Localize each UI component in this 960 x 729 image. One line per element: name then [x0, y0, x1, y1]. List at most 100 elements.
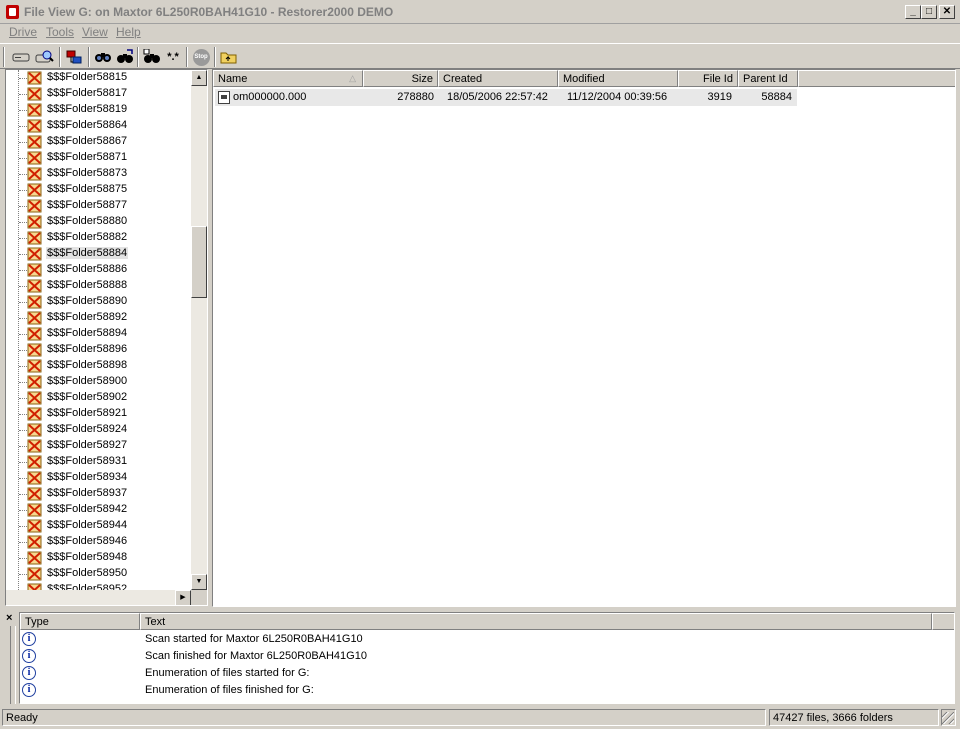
tree-item[interactable]: $$$Folder58817: [6, 86, 191, 102]
toolbar-grip: [3, 47, 5, 67]
tree-item[interactable]: $$$Folder58890: [6, 294, 191, 310]
column-header-size[interactable]: Size: [363, 70, 438, 87]
menu-help[interactable]: Help: [116, 25, 141, 39]
log-close-button[interactable]: ×: [6, 612, 12, 624]
menu-view[interactable]: View: [82, 25, 108, 39]
tree-item[interactable]: $$$Folder58815: [6, 70, 191, 86]
tree-item[interactable]: $$$Folder58927: [6, 438, 191, 454]
tree-item[interactable]: $$$Folder58946: [6, 534, 191, 550]
tree-item[interactable]: $$$Folder58924: [6, 422, 191, 438]
resize-grip[interactable]: [942, 712, 954, 724]
menu-drive[interactable]: Drive: [9, 25, 37, 39]
tree-branch-line: [19, 222, 27, 223]
tree-branch-line: [19, 318, 27, 319]
minimize-button[interactable]: _: [905, 5, 921, 19]
log-row[interactable]: i Enumeration of files started for G:: [20, 665, 950, 682]
tree-item[interactable]: $$$Folder58888: [6, 278, 191, 294]
scroll-right-button[interactable]: ▶: [175, 590, 191, 605]
tree-item[interactable]: $$$Folder58864: [6, 118, 191, 134]
column-header-file-id[interactable]: File Id: [678, 70, 738, 87]
menu-tools[interactable]: Tools: [46, 25, 74, 39]
log-column-text[interactable]: Text: [140, 613, 932, 630]
tree-branch-line: [19, 510, 27, 511]
tree-branch-line: [19, 190, 27, 191]
column-header-parent-id[interactable]: Parent Id: [738, 70, 798, 87]
tree-item[interactable]: $$$Folder58867: [6, 134, 191, 150]
tree-item[interactable]: $$$Folder58871: [6, 150, 191, 166]
tree-item[interactable]: $$$Folder58902: [6, 390, 191, 406]
info-icon: i: [22, 632, 36, 646]
up-folder-icon[interactable]: [219, 47, 239, 67]
tree-item[interactable]: $$$Folder58875: [6, 182, 191, 198]
log-column-type[interactable]: Type: [20, 613, 140, 630]
file-row[interactable]: om000000.000 278880 18/05/2006 22:57:42 …: [215, 89, 797, 106]
file-list[interactable]: Name △ Size Created Modified File Id Par…: [212, 69, 956, 607]
folder-tree[interactable]: $$$Folder58815 $$$Folder58817 $$$Folder588…: [5, 69, 208, 606]
tree-vertical-scrollbar[interactable]: ▲ ▼: [191, 70, 207, 590]
column-header-name[interactable]: Name △: [213, 70, 363, 87]
tree-item[interactable]: $$$Folder58942: [6, 502, 191, 518]
tree-item[interactable]: $$$Folder58894: [6, 326, 191, 342]
close-button[interactable]: ✕: [939, 5, 955, 19]
tree-item[interactable]: $$$Folder58892: [6, 310, 191, 326]
tree-branch-line: [19, 446, 27, 447]
log-row[interactable]: i Scan finished for Maxtor 6L250R0BAH41G1…: [20, 648, 950, 665]
scroll-up-button[interactable]: ▲: [191, 70, 207, 86]
deleted-folder-icon: [27, 231, 42, 245]
tree-item[interactable]: $$$Folder58948: [6, 550, 191, 566]
drive-icon[interactable]: [11, 47, 31, 67]
deleted-folder-icon: [27, 311, 42, 325]
status-bar: Ready 47427 files, 3666 folders: [0, 707, 960, 729]
window-title: File View G: on Maxtor 6L250R0BAH41G10 -…: [24, 5, 394, 19]
tree-branch-line: [19, 94, 27, 95]
tree-item[interactable]: $$$Folder58880: [6, 214, 191, 230]
tree-branch-line: [19, 254, 27, 255]
tree-item-label: $$$Folder58892: [47, 311, 128, 323]
tree-item[interactable]: $$$Folder58900: [6, 374, 191, 390]
tree-branch-line: [19, 574, 27, 575]
tree-item[interactable]: $$$Folder58896: [6, 342, 191, 358]
tree-item[interactable]: $$$Folder58944: [6, 518, 191, 534]
search-drive-icon[interactable]: [35, 47, 55, 67]
find-next-icon[interactable]: [115, 47, 135, 67]
stop-button[interactable]: Stop: [191, 47, 211, 67]
tree-branch-line: [19, 462, 27, 463]
tree-branch-line: [19, 78, 27, 79]
wildcard-icon[interactable]: *.*: [163, 47, 183, 67]
title-bar: File View G: on Maxtor 6L250R0BAH41G10 -…: [0, 0, 960, 24]
log-panel[interactable]: Type Text i Scan started for Maxtor 6L250…: [19, 612, 955, 704]
tree-horizontal-scrollbar[interactable]: ▶: [6, 590, 191, 605]
tree-item[interactable]: $$$Folder58921: [6, 406, 191, 422]
toolbar-separator: [214, 47, 216, 67]
tree-item[interactable]: $$$Folder58898: [6, 358, 191, 374]
log-row[interactable]: i Enumeration of files finished for G:: [20, 682, 950, 699]
tree-item[interactable]: $$$Folder58937: [6, 486, 191, 502]
deleted-folder-icon: [27, 359, 42, 373]
log-row[interactable]: i Scan started for Maxtor 6L250R0BAH41G10: [20, 631, 950, 648]
tree-item[interactable]: $$$Folder58934: [6, 470, 191, 486]
find-icon[interactable]: [93, 47, 113, 67]
connect-icon[interactable]: [64, 47, 84, 67]
tree-item-label: $$$Folder58819: [47, 103, 128, 115]
tree-item[interactable]: $$$Folder58882: [6, 230, 191, 246]
tree-item[interactable]: $$$Folder58886: [6, 262, 191, 278]
scroll-down-button[interactable]: ▼: [191, 574, 207, 590]
column-header-created[interactable]: Created: [438, 70, 558, 87]
column-header-modified[interactable]: Modified: [558, 70, 678, 87]
tree-item[interactable]: $$$Folder58873: [6, 166, 191, 182]
find-file-icon[interactable]: [142, 47, 162, 67]
maximize-button[interactable]: □: [921, 5, 937, 19]
scroll-thumb[interactable]: [191, 226, 207, 298]
tree-item[interactable]: $$$Folder58931: [6, 454, 191, 470]
tree-item-label: $$$Folder58873: [47, 167, 128, 179]
tree-item-label: $$$Folder58946: [47, 535, 128, 547]
tree-item[interactable]: $$$Folder58884: [6, 246, 191, 262]
file-size: 278880: [397, 91, 434, 103]
tree-item[interactable]: $$$Folder58819: [6, 102, 191, 118]
deleted-folder-icon: [27, 103, 42, 117]
tree-item-label: $$$Folder58871: [47, 151, 128, 163]
tree-item[interactable]: $$$Folder58877: [6, 198, 191, 214]
tree-item-label: $$$Folder58886: [47, 263, 128, 275]
tree-item[interactable]: $$$Folder58950: [6, 566, 191, 582]
tree-branch-line: [19, 526, 27, 527]
